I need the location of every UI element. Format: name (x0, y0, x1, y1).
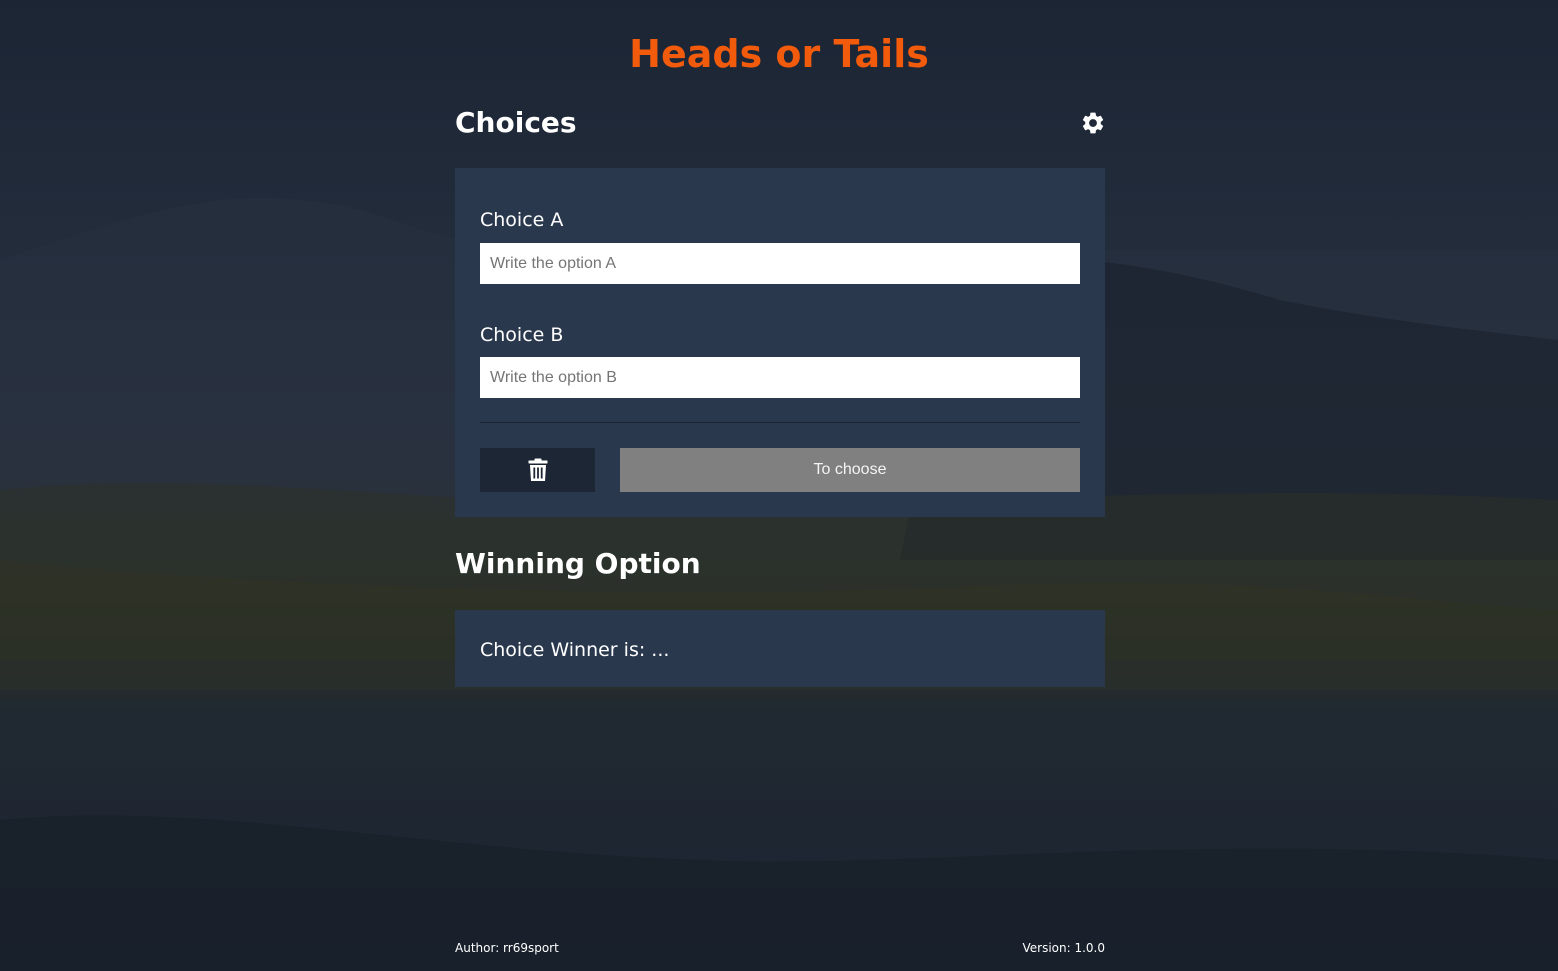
winner-card: Choice Winner is: ... (455, 610, 1105, 687)
gear-icon[interactable] (1080, 110, 1106, 136)
choice-a-label: Choice A (480, 209, 564, 231)
choice-a-input[interactable] (480, 243, 1080, 284)
choices-card: Choice A Choice B To choose (455, 168, 1105, 517)
choose-button[interactable]: To choose (620, 448, 1080, 492)
divider (480, 422, 1080, 423)
choice-b-label: Choice B (480, 324, 564, 346)
app-root: Heads or Tails Choices Choice A Choice B (0, 0, 1558, 971)
page-title: Heads or Tails (629, 32, 929, 76)
delete-button[interactable] (480, 448, 595, 492)
trash-icon (528, 458, 548, 482)
footer-version: Version: 1.0.0 (1022, 941, 1105, 955)
winner-text: Choice Winner is: ... (480, 639, 670, 661)
winning-option-heading: Winning Option (455, 547, 701, 580)
choice-b-input[interactable] (480, 357, 1080, 398)
choices-heading: Choices (455, 106, 577, 139)
footer-author: Author: rr69sport (455, 941, 559, 955)
